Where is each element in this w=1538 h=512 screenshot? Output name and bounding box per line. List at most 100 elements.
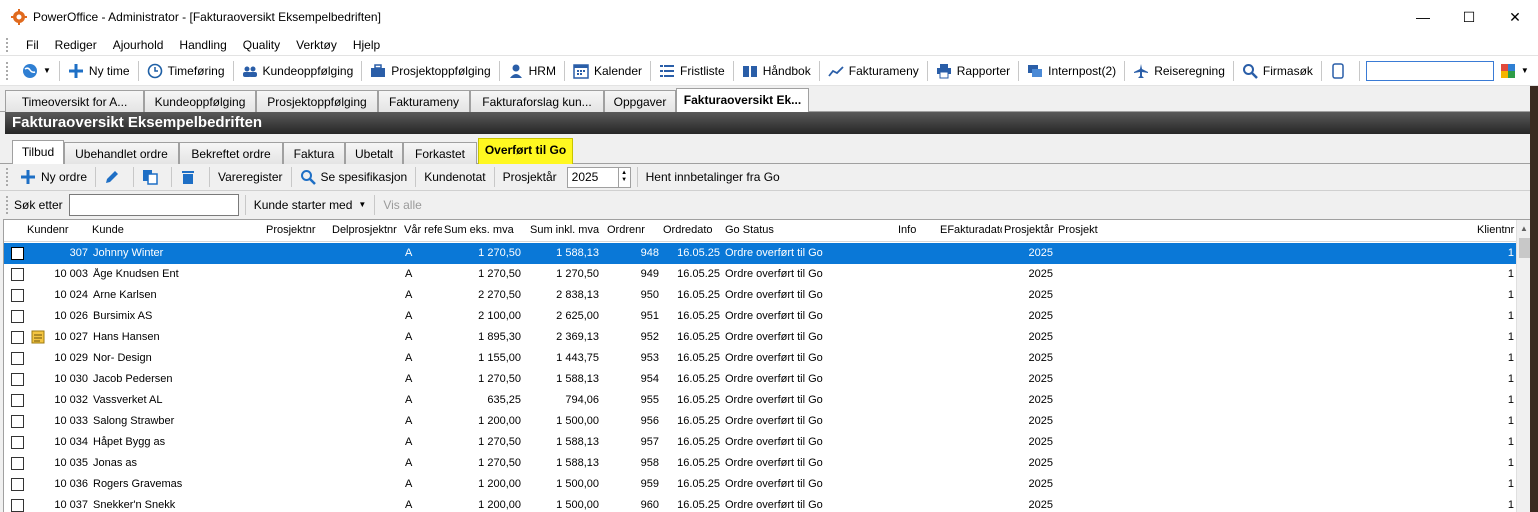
col-prosjekt[interactable]: Prosjekt [1058,224,1118,236]
firmasok-button[interactable]: Firmasøk [1236,59,1319,83]
scrollbar-thumb[interactable] [1519,238,1530,258]
globe-dropdown-button[interactable]: ▼ [16,59,57,83]
table-row[interactable]: 10 026 Bursimix AS A 2 100,00 2 625,00 9… [4,306,1516,327]
toolbar-search-input[interactable] [1365,60,1494,81]
prosjektoppfolging-button[interactable]: Prosjektoppfølging [364,59,496,83]
col-prosjektnr[interactable]: Prosjektnr [266,224,318,236]
cell-sum-inkl: 1 500,00 [556,478,599,490]
col-ordrenr[interactable]: Ordrenr [607,224,647,236]
tab-tilbud[interactable]: Tilbud [12,140,64,165]
internpost-button[interactable]: Internpost(2) [1021,59,1122,83]
menu-hjelp[interactable]: Hjelp [345,38,388,52]
table-row[interactable]: 10 003 Åge Knudsen Ent A 1 270,50 1 270,… [4,264,1516,285]
vis-alle-button[interactable]: Vis alle [377,193,427,217]
row-checkbox[interactable] [11,331,24,344]
spin-arrows-icon[interactable]: ▲ ▼ [617,167,630,187]
row-checkbox[interactable] [11,247,24,260]
col-go-status[interactable]: Go Status [725,224,805,236]
col-sum-inkl-mva[interactable]: Sum inkl. mva [530,224,604,236]
menu-quality[interactable]: Quality [235,38,288,52]
tab-timeoversikt[interactable]: Timeoversikt for A... [5,90,144,112]
row-checkbox[interactable] [11,478,24,491]
tab-fakturaoversikt[interactable]: Fakturaoversikt Ek... [676,88,809,113]
tab-fakturaforslag[interactable]: Fakturaforslag kun... [470,90,604,112]
col-prosjektar[interactable]: Prosjektår [1004,224,1054,236]
row-checkbox[interactable] [11,289,24,302]
search-input[interactable] [68,193,239,216]
table-row[interactable]: 10 024 Arne Karlsen A 2 270,50 2 838,13 … [4,285,1516,306]
table-row[interactable]: 10 027 Hans Hansen A 1 895,30 2 369,13 9… [4,327,1516,348]
menu-verktoy[interactable]: Verktøy [288,38,345,52]
row-checkbox[interactable] [11,436,24,449]
row-checkbox[interactable] [11,352,24,365]
table-row[interactable]: 10 033 Salong Strawber A 1 200,00 1 500,… [4,411,1516,432]
col-var-ref[interactable]: Vår refe [404,224,442,236]
col-klientnr[interactable]: Klientnr [1477,224,1517,236]
table-row[interactable]: 10 036 Rogers Gravemas A 1 200,00 1 500,… [4,474,1516,495]
table-row[interactable]: 10 037 Snekker'n Snekk A 1 200,00 1 500,… [4,495,1516,512]
table-row[interactable]: 10 035 Jonas as A 1 270,50 1 588,13 958 … [4,453,1516,474]
maximize-button[interactable]: ☐ [1446,0,1492,34]
table-row[interactable]: 10 032 Vassverket AL A 635,25 794,06 955… [4,390,1516,411]
tab-oppgaver[interactable]: Oppgaver [604,90,676,112]
table-row[interactable]: 10 029 Nor- Design A 1 155,00 1 443,75 9… [4,348,1516,369]
kalender-button[interactable]: Kalender [567,59,648,83]
se-spesifikasjon-button[interactable]: Se spesifikasjon [294,165,414,189]
handbok-button[interactable]: Håndbok [736,59,817,83]
hent-innbetalinger-button[interactable]: Hent innbetalinger fra Go [640,165,786,189]
row-checkbox[interactable] [11,310,24,323]
minimize-button[interactable]: — [1400,0,1446,34]
menu-handling[interactable]: Handling [171,38,234,52]
table-row[interactable]: 307 Johnny Winter A 1 270,50 1 588,13 94… [4,243,1516,264]
col-kunde[interactable]: Kunde [92,224,192,236]
timeforing-button[interactable]: Timeføring [141,59,231,83]
delete-button[interactable] [174,165,207,189]
col-kundenr[interactable]: Kundenr [27,224,69,236]
reiseregning-button[interactable]: Reiseregning [1127,59,1231,83]
row-checkbox[interactable] [11,499,24,512]
kundenotat-button[interactable]: Kundenotat [418,165,491,189]
col-ordredato[interactable]: Ordredato [663,224,719,236]
row-checkbox[interactable] [11,373,24,386]
tab-overfort-til-go[interactable]: Overført til Go [478,138,573,164]
col-delprosjektnr[interactable]: Delprosjektnr [332,224,398,236]
scroll-up-icon[interactable]: ▲ [1517,220,1530,237]
mobile-button[interactable] [1324,59,1357,83]
fakturameny-button[interactable]: Fakturameny [822,59,925,83]
filter-dropdown[interactable]: Kunde starter med ▼ [248,193,373,217]
tab-ubehandlet-ordre[interactable]: Ubehandlet ordre [64,142,179,164]
menu-rediger[interactable]: Rediger [47,38,105,52]
kundeoppfolging-button[interactable]: Kundeoppfølging [236,59,360,83]
search-provider-dropdown[interactable]: ▼ [1494,59,1535,83]
tab-fakturameny[interactable]: Fakturameny [378,90,470,112]
ny-ordre-button[interactable]: Ny ordre [14,165,93,189]
table-row[interactable]: 10 030 Jacob Pedersen A 1 270,50 1 588,1… [4,369,1516,390]
edit-button[interactable] [98,165,131,189]
row-checkbox[interactable] [11,457,24,470]
col-efakturadato[interactable]: EFakturadato [940,224,1002,236]
menu-fil[interactable]: Fil [18,38,47,52]
prosjektar-spinner[interactable]: 2025 ▲ ▼ [566,166,631,188]
vareregister-button[interactable]: Vareregister [212,165,288,189]
hrm-button[interactable]: HRM [502,59,562,83]
tab-prosjektoppfolging[interactable]: Prosjektoppfølging [256,90,378,112]
col-sum-eks-mva[interactable]: Sum eks. mva [444,224,524,236]
tab-faktura[interactable]: Faktura [283,142,345,164]
close-button[interactable]: ✕ [1492,0,1538,34]
row-checkbox[interactable] [11,415,24,428]
row-checkbox[interactable] [11,268,24,281]
menu-ajourhold[interactable]: Ajourhold [105,38,172,52]
col-info[interactable]: Info [898,224,926,236]
tab-kundeoppfolging[interactable]: Kundeoppfølging [144,90,256,112]
cell-ordredato: 16.05.25 [677,331,720,343]
table-row[interactable]: 10 034 Håpet Bygg as A 1 270,50 1 588,13… [4,432,1516,453]
tab-bekreftet-ordre[interactable]: Bekreftet ordre [179,142,283,164]
vertical-scrollbar[interactable]: ▲ [1516,220,1530,512]
rapporter-button[interactable]: Rapporter [930,59,1016,83]
tab-ubetalt[interactable]: Ubetalt [345,142,403,164]
copy-button[interactable] [136,165,169,189]
row-checkbox[interactable] [11,394,24,407]
fristliste-button[interactable]: Fristliste [653,59,731,83]
ny-time-button[interactable]: Ny time [62,59,136,83]
tab-forkastet[interactable]: Forkastet [403,142,477,164]
